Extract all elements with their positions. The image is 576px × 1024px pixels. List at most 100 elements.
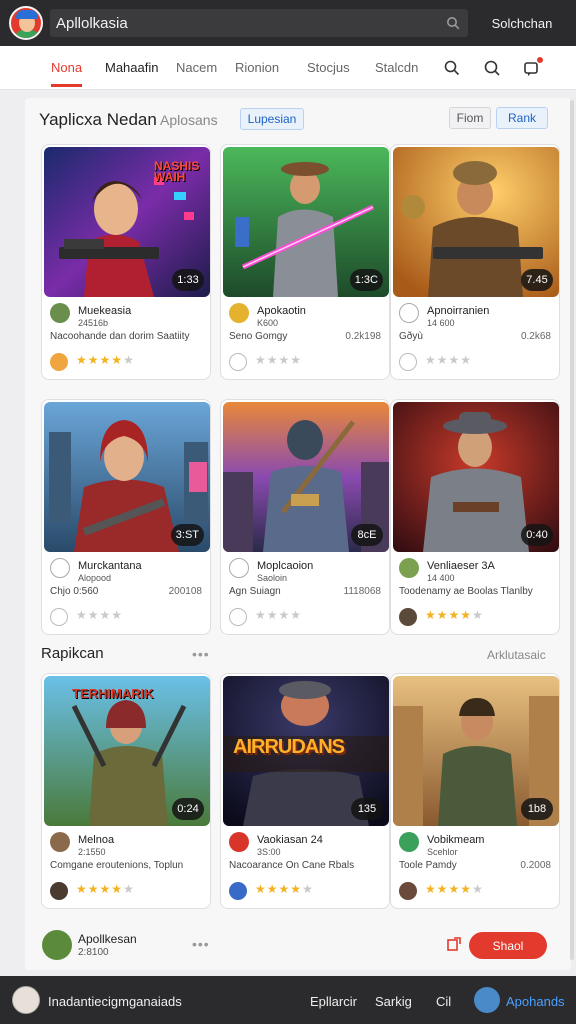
bottom-link-cil[interactable]: Cil xyxy=(436,994,451,1009)
game-thumbnail: 1:3C xyxy=(223,147,389,297)
bottom-bar: Inadantiecigmganaiads Epllarcir Sarkig C… xyxy=(0,976,576,1024)
game-card[interactable]: AIRRUDANS 135 Vaokiasan 24 3S:00 Nacoara… xyxy=(220,673,390,909)
card-title[interactable]: Vobikmeam xyxy=(427,834,484,846)
game-thumbnail: 1b8 xyxy=(393,676,559,826)
publisher-avatar xyxy=(50,882,68,900)
sort-from-button[interactable]: Fiom xyxy=(449,107,491,129)
tab-stalcdn[interactable]: Stalcdn xyxy=(375,60,418,75)
developer-avatar xyxy=(50,303,70,323)
card-title[interactable]: Vaokiasan 24 xyxy=(257,834,323,846)
card-description: Nacoarance On Cane Rbals xyxy=(229,860,355,871)
developer-avatar xyxy=(399,558,419,578)
publisher-avatar xyxy=(50,353,68,371)
nav-bar: Nona Mahaafin Nacem Rionion Stocjus Stal… xyxy=(0,46,576,90)
rating-stars: ★★★★ xyxy=(76,608,124,622)
card-title[interactable]: Venliaeser 3A xyxy=(427,560,495,572)
card-description: Toole Pamdy xyxy=(399,860,457,871)
search-value: Apllolkasia xyxy=(56,15,128,32)
developer-avatar xyxy=(50,558,70,578)
rating-stars: ★★★★★ xyxy=(255,882,314,896)
favorite-icon[interactable] xyxy=(50,608,68,626)
search-button[interactable]: Solchchan xyxy=(476,9,568,37)
card-subtitle: 2:1550 xyxy=(78,847,106,857)
search-icon[interactable] xyxy=(443,59,461,77)
bottom-link-apohands[interactable]: Apohands xyxy=(506,994,565,1009)
developer-avatar xyxy=(50,832,70,852)
developer-avatar xyxy=(399,303,419,323)
card-description: Gðyù xyxy=(399,331,423,342)
tab-nona[interactable]: Nona xyxy=(51,60,83,87)
card-description: Comgane eroutenions, Toplun xyxy=(50,860,184,871)
game-card[interactable]: 1b8 Vobikmeam Scehlor Toole Pamdy 0.2008… xyxy=(390,673,560,909)
more-icon[interactable]: ••• xyxy=(192,646,210,662)
card-title[interactable]: Melnoa xyxy=(78,834,114,846)
publisher-avatar xyxy=(229,882,247,900)
thumbnail-title: TERHIMARIK xyxy=(72,686,154,701)
thumbnail-title: AIRRUDANS xyxy=(233,736,345,758)
card-description: Nacoohande dan dorim Saatiity xyxy=(50,331,190,342)
tab-mahaafin[interactable]: Mahaafin xyxy=(105,60,158,75)
rating-stars: ★★★★ xyxy=(425,353,473,367)
developer-avatar xyxy=(399,832,419,852)
user-avatar[interactable] xyxy=(12,986,40,1014)
game-card[interactable]: NASHIS WAIH 1:33 Muekeasia 24516b Nacooh… xyxy=(41,144,211,380)
game-card[interactable]: 7.45 Apnoirranien 14 600 Gðyù 0.2k68 ★★★… xyxy=(390,144,560,380)
bottom-link-epllarcir[interactable]: Epllarcir xyxy=(310,994,357,1009)
duration-badge: 1b8 xyxy=(521,798,553,820)
refresh-search-icon[interactable] xyxy=(483,59,501,77)
section-title: Yaplicxa Nedan xyxy=(39,110,157,129)
game-thumbnail: NASHIS WAIH 1:33 xyxy=(44,147,210,297)
card-title[interactable]: Apokaotin xyxy=(257,305,306,317)
card-title[interactable]: Murckantana xyxy=(78,560,142,572)
scrollbar[interactable] xyxy=(570,100,574,960)
favorite-icon[interactable] xyxy=(229,353,247,371)
more-icon[interactable]: ••• xyxy=(192,936,210,952)
favorite-icon[interactable] xyxy=(399,353,417,371)
app-logo[interactable] xyxy=(9,6,43,40)
item-subtitle: 2:8100 xyxy=(78,947,109,958)
shaol-button[interactable]: Shaol xyxy=(469,932,547,959)
game-card[interactable]: TERHIMARIK 0:24 Melnoa 2:1550 Comgane er… xyxy=(41,673,211,909)
publisher-avatar xyxy=(399,882,417,900)
search-icon[interactable] xyxy=(446,16,460,30)
section-link[interactable]: Arklutasaic xyxy=(487,648,546,662)
card-subtitle: 14 400 xyxy=(427,573,455,583)
duration-badge: 3:ST xyxy=(170,524,204,546)
game-thumbnail: TERHIMARIK 0:24 xyxy=(44,676,210,826)
card-meta: 0.2k198 xyxy=(345,331,381,342)
bottom-link-sarkig[interactable]: Sarkig xyxy=(375,994,412,1009)
rating-stars: ★★★★★ xyxy=(425,608,484,622)
game-card[interactable]: 3:ST Murckantana Alopood Chjo 0:560 2001… xyxy=(41,399,211,635)
tab-rionion[interactable]: Rionion xyxy=(235,60,279,75)
card-description: Agn Suiagn xyxy=(229,586,281,597)
card-subtitle: Saoloin xyxy=(257,573,288,583)
item-title[interactable]: Apollkesan xyxy=(78,932,137,946)
section-title: Rapikcan xyxy=(41,645,104,662)
favorite-icon[interactable] xyxy=(229,608,247,626)
sort-rank-button[interactable]: Rank xyxy=(496,107,548,129)
game-thumbnail: AIRRUDANS 135 xyxy=(223,676,389,826)
card-title[interactable]: Moplcaoion xyxy=(257,560,313,572)
game-card[interactable]: 0:40 Venliaeser 3A 14 400 Toodenamy ae B… xyxy=(390,399,560,635)
developer-avatar xyxy=(229,303,249,323)
card-title[interactable]: Muekeasia xyxy=(78,305,131,317)
tab-nacem[interactable]: Nacem xyxy=(176,60,217,75)
search-input[interactable]: Apllolkasia xyxy=(50,9,468,37)
filter-chip[interactable]: Lupesian xyxy=(240,108,304,130)
share-icon[interactable] xyxy=(446,936,462,952)
game-thumbnail: 8cE xyxy=(223,402,389,552)
game-thumbnail: 0:40 xyxy=(393,402,559,552)
notification-dot xyxy=(536,56,544,64)
thumbnail-title: NASHIS WAIH xyxy=(154,159,200,184)
top-bar: Apllolkasia Solchchan xyxy=(0,0,576,46)
notification-icon[interactable] xyxy=(523,56,544,77)
card-subtitle: Alopood xyxy=(78,573,112,583)
community-avatar[interactable] xyxy=(474,987,500,1013)
section-subtitle[interactable]: Aplosans xyxy=(160,112,218,128)
game-card[interactable]: 1:3C Apokaotin K600 Seno Gomgy 0.2k198 ★… xyxy=(220,144,390,380)
tab-stocjus[interactable]: Stocjus xyxy=(307,60,350,75)
developer-avatar xyxy=(229,832,249,852)
user-label[interactable]: Inadantiecigmganaiads xyxy=(48,994,182,1009)
card-title[interactable]: Apnoirranien xyxy=(427,305,489,317)
game-card[interactable]: 8cE Moplcaoion Saoloin Agn Suiagn 111806… xyxy=(220,399,390,635)
